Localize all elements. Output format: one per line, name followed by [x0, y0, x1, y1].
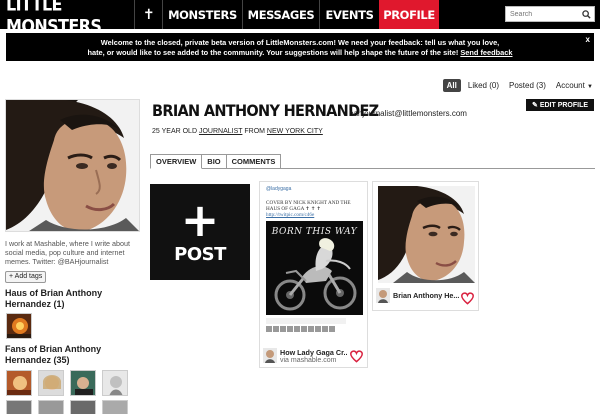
mini-avatar	[329, 326, 335, 332]
plus-icon: +	[180, 192, 220, 247]
send-feedback-link[interactable]: Send feedback	[460, 48, 512, 57]
search-input[interactable]	[506, 7, 578, 21]
fan-thumb[interactable]	[70, 400, 96, 414]
mini-avatar	[301, 326, 307, 332]
profile-bio: I work at Mashable, where I write about …	[5, 239, 131, 266]
mini-avatar	[266, 326, 272, 332]
beta-banner: Welcome to the closed, private beta vers…	[6, 33, 594, 61]
fan-thumb[interactable]	[70, 370, 96, 396]
banner-line-2: hate, or would like to see added to the …	[20, 48, 580, 58]
haus-member-thumb[interactable]	[6, 313, 32, 339]
filter-posted[interactable]: Posted (3)	[506, 79, 549, 92]
profile-age: 25 YEAR OLD	[152, 128, 198, 135]
album-cover-image[interactable]: BORN THIS WAY	[266, 221, 363, 315]
chevron-down-icon: ▼	[587, 84, 593, 90]
tweet-handle: @ladygaga	[266, 186, 292, 192]
account-label: Account	[555, 81, 585, 90]
tab-overview[interactable]: OVERVIEW	[150, 154, 203, 169]
fans-heading[interactable]: Fans of Brian Anthony Hernandez (35)	[5, 344, 145, 366]
post-caption[interactable]: How Lady Gaga Cr...	[280, 348, 348, 357]
mini-avatar	[315, 326, 321, 332]
edit-profile-button[interactable]: ✎ EDIT PROFILE	[526, 99, 594, 111]
fan-thumb[interactable]	[6, 400, 32, 414]
fan-thumb[interactable]	[38, 400, 64, 414]
post-caption[interactable]: Brian Anthony He...	[393, 291, 459, 300]
mini-avatar	[322, 326, 328, 332]
profile-meta: 25 YEAR OLD JOURNALIST FROM NEW YORK CIT…	[152, 128, 323, 135]
nav-cross-button[interactable]: ✝	[134, 0, 162, 29]
mini-avatar	[273, 326, 279, 332]
mini-avatar	[287, 326, 293, 332]
filter-all[interactable]: All	[442, 79, 461, 92]
haus-heading[interactable]: Haus of Brian Anthony Hernandez (1)	[5, 288, 145, 310]
filter-liked[interactable]: Liked (0)	[465, 79, 502, 92]
edit-profile-label: EDIT PROFILE	[539, 101, 589, 109]
mini-avatar	[280, 326, 286, 332]
profile-avatar[interactable]	[5, 99, 140, 232]
search-box	[505, 6, 595, 22]
fan-thumb[interactable]	[102, 400, 128, 414]
post-card-brian[interactable]: Brian Anthony He...	[372, 181, 479, 311]
tweet-meta-line	[266, 318, 346, 324]
activity-filters: All Liked (0) Posted (3) Account ▼	[442, 79, 596, 92]
retweeter-avatars	[266, 326, 362, 332]
tweet-text: COVER BY NICK KNIGHT AND THE HAUS OF GAG…	[266, 200, 362, 219]
pencil-icon: ✎	[531, 102, 538, 109]
nav-messages[interactable]: MESSAGES	[242, 0, 319, 29]
brian-photo[interactable]	[378, 186, 475, 283]
poster-avatar[interactable]	[263, 348, 277, 363]
banner-line-2-text: hate, or would like to see added to the …	[87, 48, 459, 57]
nav-profile[interactable]: PROFILE	[379, 0, 439, 29]
post-card-gaga[interactable]: @ladygaga COVER BY NICK KNIGHT AND THE H…	[259, 181, 368, 368]
poster-avatar[interactable]	[376, 288, 390, 303]
fan-thumb[interactable]	[102, 370, 128, 396]
top-navigation: LITTLE MONSTERS ✝ MONSTERS MESSAGES EVEN…	[0, 0, 600, 36]
profile-email: bahjournalist@littlemonsters.com	[349, 109, 467, 118]
search-icon[interactable]	[578, 9, 594, 19]
fan-thumb[interactable]	[6, 370, 32, 396]
banner-line-1: Welcome to the closed, private beta vers…	[100, 38, 500, 47]
tweet-link[interactable]: http://twitpic.com/c46e	[266, 212, 314, 218]
account-menu[interactable]: Account ▼	[553, 79, 596, 92]
post-source[interactable]: via mashable.com	[280, 357, 336, 364]
profile-occupation-link[interactable]: JOURNALIST	[199, 128, 242, 135]
banner-close-button[interactable]: x	[586, 35, 590, 45]
mini-avatar	[294, 326, 300, 332]
profile-tabs: OVERVIEW BIO COMMENTS	[150, 154, 282, 169]
heart-icon[interactable]	[460, 291, 475, 305]
profile-location-link[interactable]: NEW YORK CITY	[267, 128, 323, 135]
tab-comments[interactable]: COMMENTS	[226, 154, 282, 169]
add-tags-button[interactable]: + Add tags	[5, 271, 47, 283]
fan-thumb[interactable]	[38, 370, 64, 396]
profile-name: BRIAN ANTHONY HERNANDEZ	[152, 103, 379, 121]
tab-bio[interactable]: BIO	[202, 154, 227, 169]
site-logo[interactable]: LITTLE MONSTERS	[0, 0, 134, 36]
nav-monsters[interactable]: MONSTERS	[162, 0, 242, 29]
new-post-button[interactable]: + POST	[150, 184, 250, 280]
nav-events[interactable]: EVENTS	[319, 0, 379, 29]
mini-avatar	[308, 326, 314, 332]
tweet-footer	[266, 318, 362, 348]
heart-icon[interactable]	[349, 349, 364, 363]
profile-from: FROM	[244, 128, 265, 135]
motorcycle-image	[274, 238, 357, 311]
post-label: POST	[174, 243, 226, 265]
tweet-body: COVER BY NICK KNIGHT AND THE HAUS OF GAG…	[266, 200, 351, 213]
